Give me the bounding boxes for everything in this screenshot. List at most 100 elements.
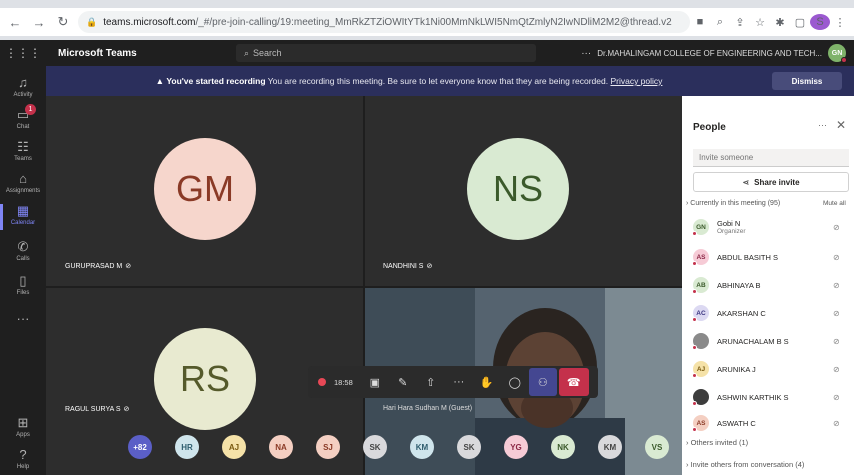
participant-row[interactable]: AS ABDUL BASITH S ⊘ [692, 244, 853, 270]
roster-avatar[interactable]: KM [410, 435, 434, 459]
app-launcher-icon[interactable]: ⋮⋮⋮ [0, 46, 46, 60]
more-actions-button[interactable]: ··· [445, 368, 473, 396]
roster-avatar[interactable]: NA [269, 435, 293, 459]
share-screen-button[interactable]: ⇧ [417, 368, 445, 396]
sidebar-icon[interactable]: ▢ [790, 16, 810, 29]
roster-avatar[interactable]: AJ [222, 435, 246, 459]
rail-label: Calls [16, 256, 30, 262]
presence-dot [692, 317, 697, 322]
participant-row[interactable]: AC AKARSHAN C ⊘ [692, 300, 853, 326]
roster-avatar[interactable]: NK [551, 435, 575, 459]
participant-avatar: AJ [692, 361, 709, 378]
invite-others-header[interactable]: › Invite others from conversation (4) [686, 460, 804, 469]
rail-more-icon[interactable]: ··· [0, 312, 46, 326]
hang-up-icon: ☎ [566, 376, 581, 389]
camera-off-button[interactable]: ▣ [361, 368, 389, 396]
roster-initials: SJ [323, 442, 333, 452]
rail-item-calls[interactable]: ✆ Calls [0, 240, 46, 263]
participant-row[interactable]: AB ABHINAYA B ⊘ [692, 272, 853, 298]
rail-item-calendar[interactable]: ▦ Calendar [0, 203, 46, 230]
app-rail: ♫ Activity ▭ 1 Chat ☷ Teams ⌂ Assignment… [0, 66, 46, 475]
participant-row[interactable]: AJ ARUNIKA J ⊘ [692, 356, 853, 382]
roster-initials: NA [275, 442, 287, 452]
url-bar[interactable]: 🔒 teams.microsoft.com /_#/pre-join-calli… [78, 11, 690, 33]
mute-all-button[interactable]: Mute all [823, 200, 846, 207]
roster-avatar[interactable]: HR [175, 435, 199, 459]
rail-item-apps[interactable]: ⊞ Apps [0, 416, 46, 439]
rail-item-chat[interactable]: ▭ 1 Chat [0, 104, 46, 130]
rail-item-help[interactable]: ? Help [0, 448, 46, 471]
participant-initials: AS [696, 419, 706, 427]
chat-button[interactable]: ◯ [501, 368, 529, 396]
presence-dot [841, 57, 847, 63]
calendar-icon: ▦ [16, 203, 30, 218]
close-icon[interactable]: ✕ [836, 118, 846, 132]
meeting-stage: GM GURUPRASAD M ⊘ NS NANDHINI S ⊘ RS RAGUL… [46, 96, 682, 475]
roster-avatar[interactable]: YG [504, 435, 528, 459]
participant-name-text: ABDUL BASITH S [717, 252, 778, 262]
header-right: ··· Dr.MAHALINGAM COLLEGE OF ENGINEERING… [581, 44, 854, 63]
mic-off-icon: ⊘ [833, 222, 840, 232]
roster-avatar[interactable]: VS [645, 435, 669, 459]
presence-dot [692, 401, 697, 406]
participant-row[interactable]: ASHWIN KARTHIK S ⊘ [692, 384, 853, 410]
url-host: teams.microsoft.com [103, 16, 196, 28]
video-tile-nandhini[interactable]: NS NANDHINI S ⊘ [365, 96, 682, 286]
star-icon[interactable]: ☆ [750, 16, 770, 29]
participant-initials: GN [696, 223, 706, 231]
tile-name: Hari Hara Sudhan M (Guest) [383, 405, 473, 412]
camera-icon[interactable]: ■ [690, 16, 710, 28]
warning-icon: ▲ [155, 76, 167, 86]
privacy-policy-link[interactable]: Privacy policy [610, 76, 662, 86]
zoom-icon[interactable]: ⌕ [710, 16, 730, 29]
back-icon[interactable]: ← [6, 13, 24, 31]
extensions-icon[interactable]: ✱ [770, 16, 790, 29]
video-tile-guruprasad[interactable]: GM GURUPRASAD M ⊘ [46, 96, 363, 286]
share-invite-button[interactable]: ⋖ Share invite [693, 172, 849, 192]
leave-call-button[interactable]: ☎ [558, 368, 589, 396]
bell-icon: ♫ [18, 75, 28, 90]
invite-others-label: Invite others from conversation (4) [690, 460, 805, 469]
roster-initials: SK [369, 442, 381, 452]
raise-hand-button[interactable]: ✋ [473, 368, 501, 396]
reload-icon[interactable]: ↻ [54, 13, 72, 31]
others-invited-header[interactable]: › Others invited (1) [686, 438, 748, 447]
share-icon[interactable]: ⇪ [730, 16, 750, 29]
mic-toggle-button[interactable]: ✎ [389, 368, 417, 396]
user-avatar[interactable]: GN [828, 44, 847, 63]
rail-item-activity[interactable]: ♫ Activity [0, 75, 46, 99]
participant-row[interactable]: GN Gobi N Organizer ⊘ [692, 214, 853, 240]
forward-icon[interactable]: → [30, 13, 48, 31]
in-meeting-header[interactable]: › Currently in this meeting (95) [686, 200, 780, 207]
camera-off-icon: ▣ [369, 376, 380, 389]
roster-initials: YG [510, 442, 522, 452]
more-icon[interactable]: ··· [581, 48, 591, 59]
more-icon[interactable]: ··· [818, 120, 827, 130]
roster-avatar[interactable]: SK [457, 435, 481, 459]
rail-item-teams[interactable]: ☷ Teams [0, 140, 46, 163]
share-invite-label: Share invite [754, 177, 800, 187]
roster-avatar[interactable]: KM [598, 435, 622, 459]
participant-row[interactable]: ARUNACHALAM B S ⊘ [692, 328, 853, 354]
browser-chrome: ← → ↻ 🔒 teams.microsoft.com /_#/pre-join… [0, 0, 854, 40]
search-input[interactable]: ⌕ Search [236, 44, 536, 62]
rail-item-files[interactable]: ▯ Files [0, 274, 46, 297]
roster-avatar[interactable]: SK [363, 435, 387, 459]
invite-input[interactable] [693, 149, 849, 167]
participant-initials: AB [696, 281, 706, 289]
chevron-right-icon: › [686, 460, 689, 469]
rail-item-assignments[interactable]: ⌂ Assignments [0, 172, 46, 195]
banner-text: ▲ You've started recording You are recor… [46, 76, 772, 86]
menu-icon[interactable]: ⋮ [830, 16, 850, 29]
presence-dot [692, 261, 697, 266]
mic-off-icon: ⊘ [833, 280, 840, 290]
roster-avatar[interactable]: SJ [316, 435, 340, 459]
roster-overflow[interactable]: +82 [128, 435, 152, 459]
participants-button[interactable]: ⚇ [528, 368, 557, 396]
participant-name-text: AKARSHAN C [717, 308, 766, 318]
dismiss-button[interactable]: Dismiss [772, 72, 842, 90]
profile-avatar[interactable]: S [810, 14, 830, 30]
browser-toolbar: ■ ⌕ ⇪ ☆ ✱ ▢ S ⋮ [690, 14, 850, 30]
people-icon: ⚇ [537, 376, 548, 389]
participant-row[interactable]: AS ASWATH C ⊘ [692, 410, 853, 436]
